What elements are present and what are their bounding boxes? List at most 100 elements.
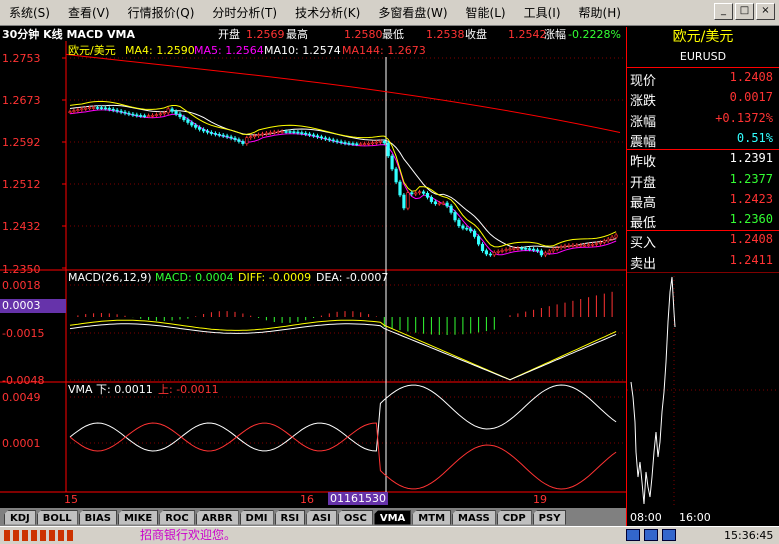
- candle-body: [292, 131, 296, 133]
- legend-ma4: MA4: 1.2590: [125, 44, 195, 57]
- candle-body: [575, 244, 579, 247]
- menu-item-1[interactable]: 查看(V): [59, 0, 119, 26]
- candle-body: [237, 139, 241, 142]
- tab-asi[interactable]: ASI: [306, 509, 337, 525]
- menu-item-6[interactable]: 智能(L): [457, 0, 515, 26]
- macd-tick-1: 0.0018: [2, 279, 41, 292]
- quote-label: 昨收: [630, 155, 657, 171]
- menu-item-0[interactable]: 系统(S): [0, 0, 59, 26]
- quote-row: 涨跌 0.0017: [627, 88, 779, 109]
- tab-cdp[interactable]: CDP: [496, 509, 532, 525]
- tab-vma[interactable]: VMA: [373, 509, 412, 525]
- high-label: 最高: [286, 28, 308, 41]
- tab-osc[interactable]: OSC: [337, 509, 373, 525]
- maximize-button[interactable]: □: [735, 3, 754, 20]
- status-block-icon: [31, 530, 37, 541]
- menu-item-3[interactable]: 分时分析(T): [203, 0, 286, 26]
- legend-symbol: 欧元/美元: [68, 44, 116, 57]
- candle-body: [182, 116, 186, 121]
- candle-body: [469, 228, 473, 232]
- diff-value: DIFF: -0.0009: [238, 271, 312, 284]
- candle-body: [504, 249, 508, 251]
- candle-body: [123, 111, 127, 114]
- candle-body: [154, 114, 159, 116]
- candle-body: [276, 131, 280, 133]
- candle-body: [602, 240, 606, 243]
- tray-app-icon[interactable]: [662, 529, 676, 541]
- candle-body: [567, 245, 571, 247]
- candle-body: [249, 136, 253, 138]
- tab-mike[interactable]: MIKE: [117, 509, 159, 525]
- vma-up-value: 上: -0.0011: [158, 383, 219, 396]
- tab-rsi[interactable]: RSI: [274, 509, 306, 525]
- candle-body: [288, 131, 292, 133]
- quote-label: 现价: [630, 74, 657, 89]
- candle-body: [390, 155, 394, 170]
- menu-item-2[interactable]: 行情报价(Q): [119, 0, 204, 26]
- candle-body: [268, 132, 273, 134]
- candle-body: [563, 245, 567, 248]
- candle-body: [582, 244, 587, 247]
- mini-axis-1600: 16:00: [679, 511, 711, 524]
- tab-arbr[interactable]: ARBR: [195, 509, 239, 525]
- candle-body: [264, 132, 269, 135]
- candle-body: [311, 134, 316, 137]
- tab-boll[interactable]: BOLL: [36, 509, 78, 525]
- quote-value: 0.51%: [736, 130, 773, 145]
- indicator-tabs: KDJ BOLL BIAS MIKE ROC ARBR DMI RSI ASI OSC VMA MTM…: [0, 508, 626, 526]
- minimize-button[interactable]: _: [714, 3, 733, 20]
- low-label: 最低: [382, 28, 404, 41]
- change-value: -0.2228%: [568, 28, 621, 41]
- price-tick-4: 1.2512: [2, 178, 41, 191]
- close-button[interactable]: ×: [756, 3, 775, 20]
- candle-body: [162, 112, 166, 115]
- quote-code: EURUSD: [679, 50, 727, 63]
- candle-body: [586, 244, 591, 247]
- diff-line: [69, 319, 617, 381]
- candle-body: [425, 193, 430, 198]
- menu-item-7[interactable]: 工具(I): [515, 0, 570, 26]
- tray-app-icon[interactable]: [644, 529, 658, 541]
- open-value: 1.2569: [246, 28, 285, 41]
- tray-app-icon[interactable]: [626, 529, 640, 541]
- candle-body: [359, 143, 363, 146]
- macd-tick-3: -0.0015: [2, 327, 45, 340]
- candle-body: [421, 191, 426, 194]
- candle-body: [209, 132, 214, 134]
- quote-value: +0.1372%: [715, 110, 773, 125]
- menu-item-4[interactable]: 技术分析(K): [286, 0, 369, 26]
- candle-body: [95, 107, 100, 109]
- quote-label: 震幅: [630, 134, 657, 150]
- candle-body: [406, 192, 410, 209]
- price-tick-2: 1.2673: [2, 94, 41, 107]
- candle-body: [461, 225, 465, 229]
- menu-item-8[interactable]: 帮助(H): [570, 0, 630, 26]
- chart-area[interactable]: 30分钟 K线 MACD VMA 开盘 1.2569 最高 1.2580 最低 …: [0, 27, 626, 508]
- tab-mass[interactable]: MASS: [452, 509, 496, 525]
- candle-body: [539, 250, 543, 256]
- dea-line: [69, 323, 617, 381]
- kline-chart[interactable]: [0, 27, 626, 508]
- candle-body: [72, 110, 76, 112]
- tab-bias[interactable]: BIAS: [78, 509, 117, 525]
- candle-body: [433, 201, 438, 205]
- legend-ma10: MA10: 1.2574: [264, 44, 341, 57]
- candle-body: [103, 107, 107, 110]
- candle-body: [221, 134, 225, 137]
- candle-body: [253, 135, 257, 137]
- menu-item-5[interactable]: 多窗看盘(W): [369, 0, 456, 26]
- window-controls: _ □ ×: [714, 3, 775, 20]
- tab-mtm[interactable]: MTM: [412, 509, 452, 525]
- tab-psy[interactable]: PSY: [532, 509, 567, 525]
- quote-label: 最低: [630, 216, 657, 232]
- intraday-mini-chart[interactable]: [627, 272, 779, 522]
- tab-dmi[interactable]: DMI: [239, 509, 274, 525]
- candle-body: [158, 113, 163, 116]
- quote-value: 0.0017: [729, 90, 773, 105]
- candle-body: [370, 142, 375, 145]
- tab-kdj[interactable]: KDJ: [4, 509, 36, 525]
- quote-row: 开盘 1.2377: [627, 170, 779, 191]
- mini-axis-strip: 08:00 16:00: [626, 508, 779, 526]
- period-title: 30分钟 K线 MACD VMA: [2, 28, 135, 41]
- tab-roc[interactable]: ROC: [159, 509, 195, 525]
